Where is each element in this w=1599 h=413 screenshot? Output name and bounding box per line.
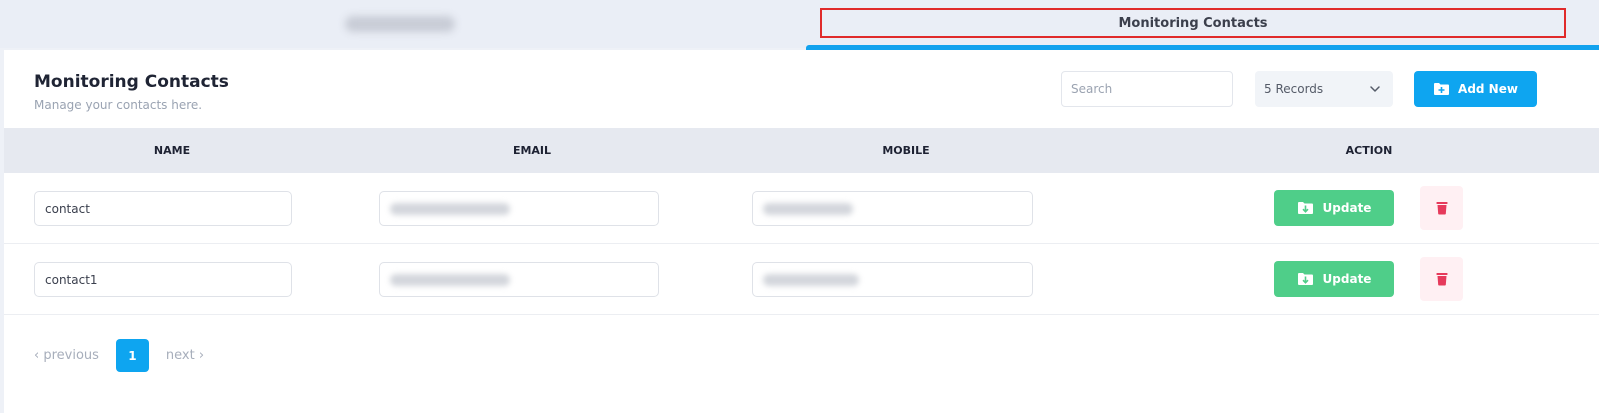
column-header-email: EMAIL [512,144,552,157]
chevron-down-icon [1370,86,1380,92]
page-number-current[interactable]: 1 [115,339,149,372]
mobile-field[interactable] [752,191,1033,226]
tab-monitoring-contacts[interactable]: Monitoring Contacts [806,0,1580,48]
delete-button[interactable] [1420,186,1463,230]
table-header: NAME EMAIL MOBILE ACTION [4,128,1599,173]
column-header-action: ACTION [1345,144,1393,157]
table-row: contact Update [4,173,1599,244]
column-header-name: NAME [153,144,191,157]
add-new-button[interactable]: Add New [1414,71,1537,107]
tab-blurred[interactable] [0,0,800,48]
next-page-link[interactable]: next › [166,348,204,363]
search-input[interactable] [1061,71,1233,107]
name-field[interactable]: contact [34,191,292,226]
records-per-page-select[interactable]: 5 Records [1255,71,1393,107]
tab-bar: Monitoring Contacts [0,0,1599,50]
name-field[interactable]: contact1 [34,262,292,297]
table-row: contact1 Update [4,244,1599,315]
folder-download-icon [1297,273,1313,285]
column-header-mobile: MOBILE [882,144,930,157]
mobile-redacted [763,202,853,215]
folder-plus-icon [1434,83,1450,95]
update-label: Update [1322,201,1372,215]
pagination: ‹ previous 1 next › [34,339,204,372]
update-button[interactable]: Update [1274,190,1394,226]
update-label: Update [1322,272,1372,286]
email-field[interactable] [379,262,659,297]
records-per-page-value: 5 Records [1264,82,1324,96]
email-field[interactable] [379,191,659,226]
page-subtitle: Manage your contacts here. [34,98,203,112]
mobile-redacted [763,273,859,286]
email-redacted [390,273,510,286]
tab-blurred-label [345,16,455,32]
update-button[interactable]: Update [1274,261,1394,297]
trash-icon [1436,202,1447,215]
trash-icon [1436,273,1447,286]
contacts-panel: Monitoring Contacts Manage your contacts… [4,50,1599,413]
previous-page-link[interactable]: ‹ previous [34,348,99,363]
delete-button[interactable] [1420,257,1463,301]
tab-monitoring-contacts-label: Monitoring Contacts [820,8,1566,38]
folder-download-icon [1297,202,1313,214]
add-new-label: Add New [1458,82,1518,96]
page-title: Monitoring Contacts [34,72,229,92]
email-redacted [390,202,510,215]
mobile-field[interactable] [752,262,1033,297]
